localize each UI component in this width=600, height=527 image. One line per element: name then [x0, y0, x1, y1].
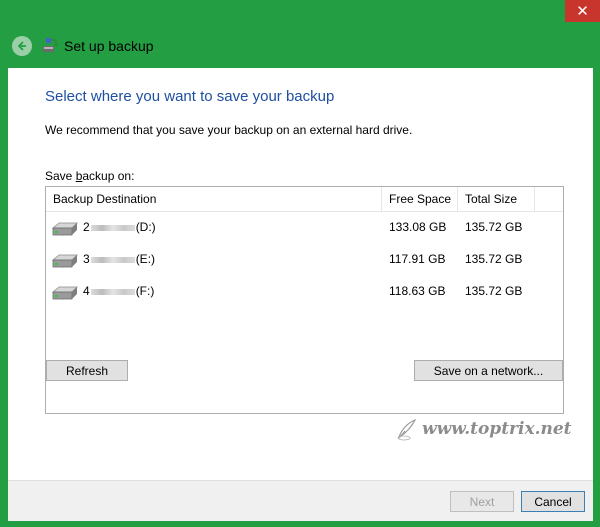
- wizard-footer: Next Cancel: [8, 480, 593, 521]
- table-row[interactable]: 4 (F:) 118.63 GB 135.72 GB: [46, 277, 563, 305]
- column-header-total-size[interactable]: Total Size: [458, 187, 535, 211]
- destination-name: 2 (D:): [83, 220, 156, 234]
- column-header-free-space[interactable]: Free Space: [382, 187, 458, 211]
- next-button[interactable]: Next: [450, 491, 514, 512]
- close-button[interactable]: ✕: [565, 0, 600, 22]
- hard-drive-icon: [52, 254, 78, 268]
- destination-name: 3 (E:): [83, 252, 156, 266]
- table-header: Backup Destination Free Space Total Size: [46, 187, 563, 212]
- free-space: 117.91 GB: [389, 252, 446, 266]
- destination-name: 4 (F:): [83, 284, 155, 298]
- free-space: 118.63 GB: [389, 284, 446, 298]
- window-title: Set up backup: [64, 38, 154, 54]
- backup-app-icon: [43, 38, 59, 52]
- watermark-text: www.toptrix.net: [422, 419, 572, 439]
- watermark: www.toptrix.net: [396, 417, 572, 441]
- save-on-network-button[interactable]: Save on a network...: [414, 360, 563, 381]
- title-bar: Set up backup: [0, 22, 600, 68]
- hard-drive-icon: [52, 222, 78, 236]
- cancel-button[interactable]: Cancel: [521, 491, 585, 512]
- back-button[interactable]: [12, 36, 32, 56]
- back-arrow-icon: [17, 41, 26, 51]
- save-backup-label: Save backup on:: [45, 169, 135, 183]
- table-row[interactable]: 2 (D:) 133.08 GB 135.72 GB: [46, 213, 563, 241]
- backup-window: ✕ Set up backup Select where you want to…: [0, 0, 600, 527]
- free-space: 133.08 GB: [389, 220, 447, 234]
- wizard-content: Select where you want to save your backu…: [8, 68, 593, 480]
- hard-drive-icon: [52, 286, 78, 300]
- total-size: 135.72 GB: [465, 252, 523, 266]
- total-size: 135.72 GB: [465, 220, 523, 234]
- refresh-button[interactable]: Refresh: [46, 360, 128, 381]
- feather-logo-icon: [397, 418, 417, 441]
- close-icon: ✕: [576, 3, 589, 20]
- table-row[interactable]: 3 (E:) 117.91 GB 135.72 GB: [46, 245, 563, 273]
- column-header-destination[interactable]: Backup Destination: [46, 187, 382, 211]
- total-size: 135.72 GB: [465, 284, 523, 298]
- recommend-text: We recommend that you save your backup o…: [45, 123, 413, 137]
- page-heading: Select where you want to save your backu…: [45, 88, 335, 105]
